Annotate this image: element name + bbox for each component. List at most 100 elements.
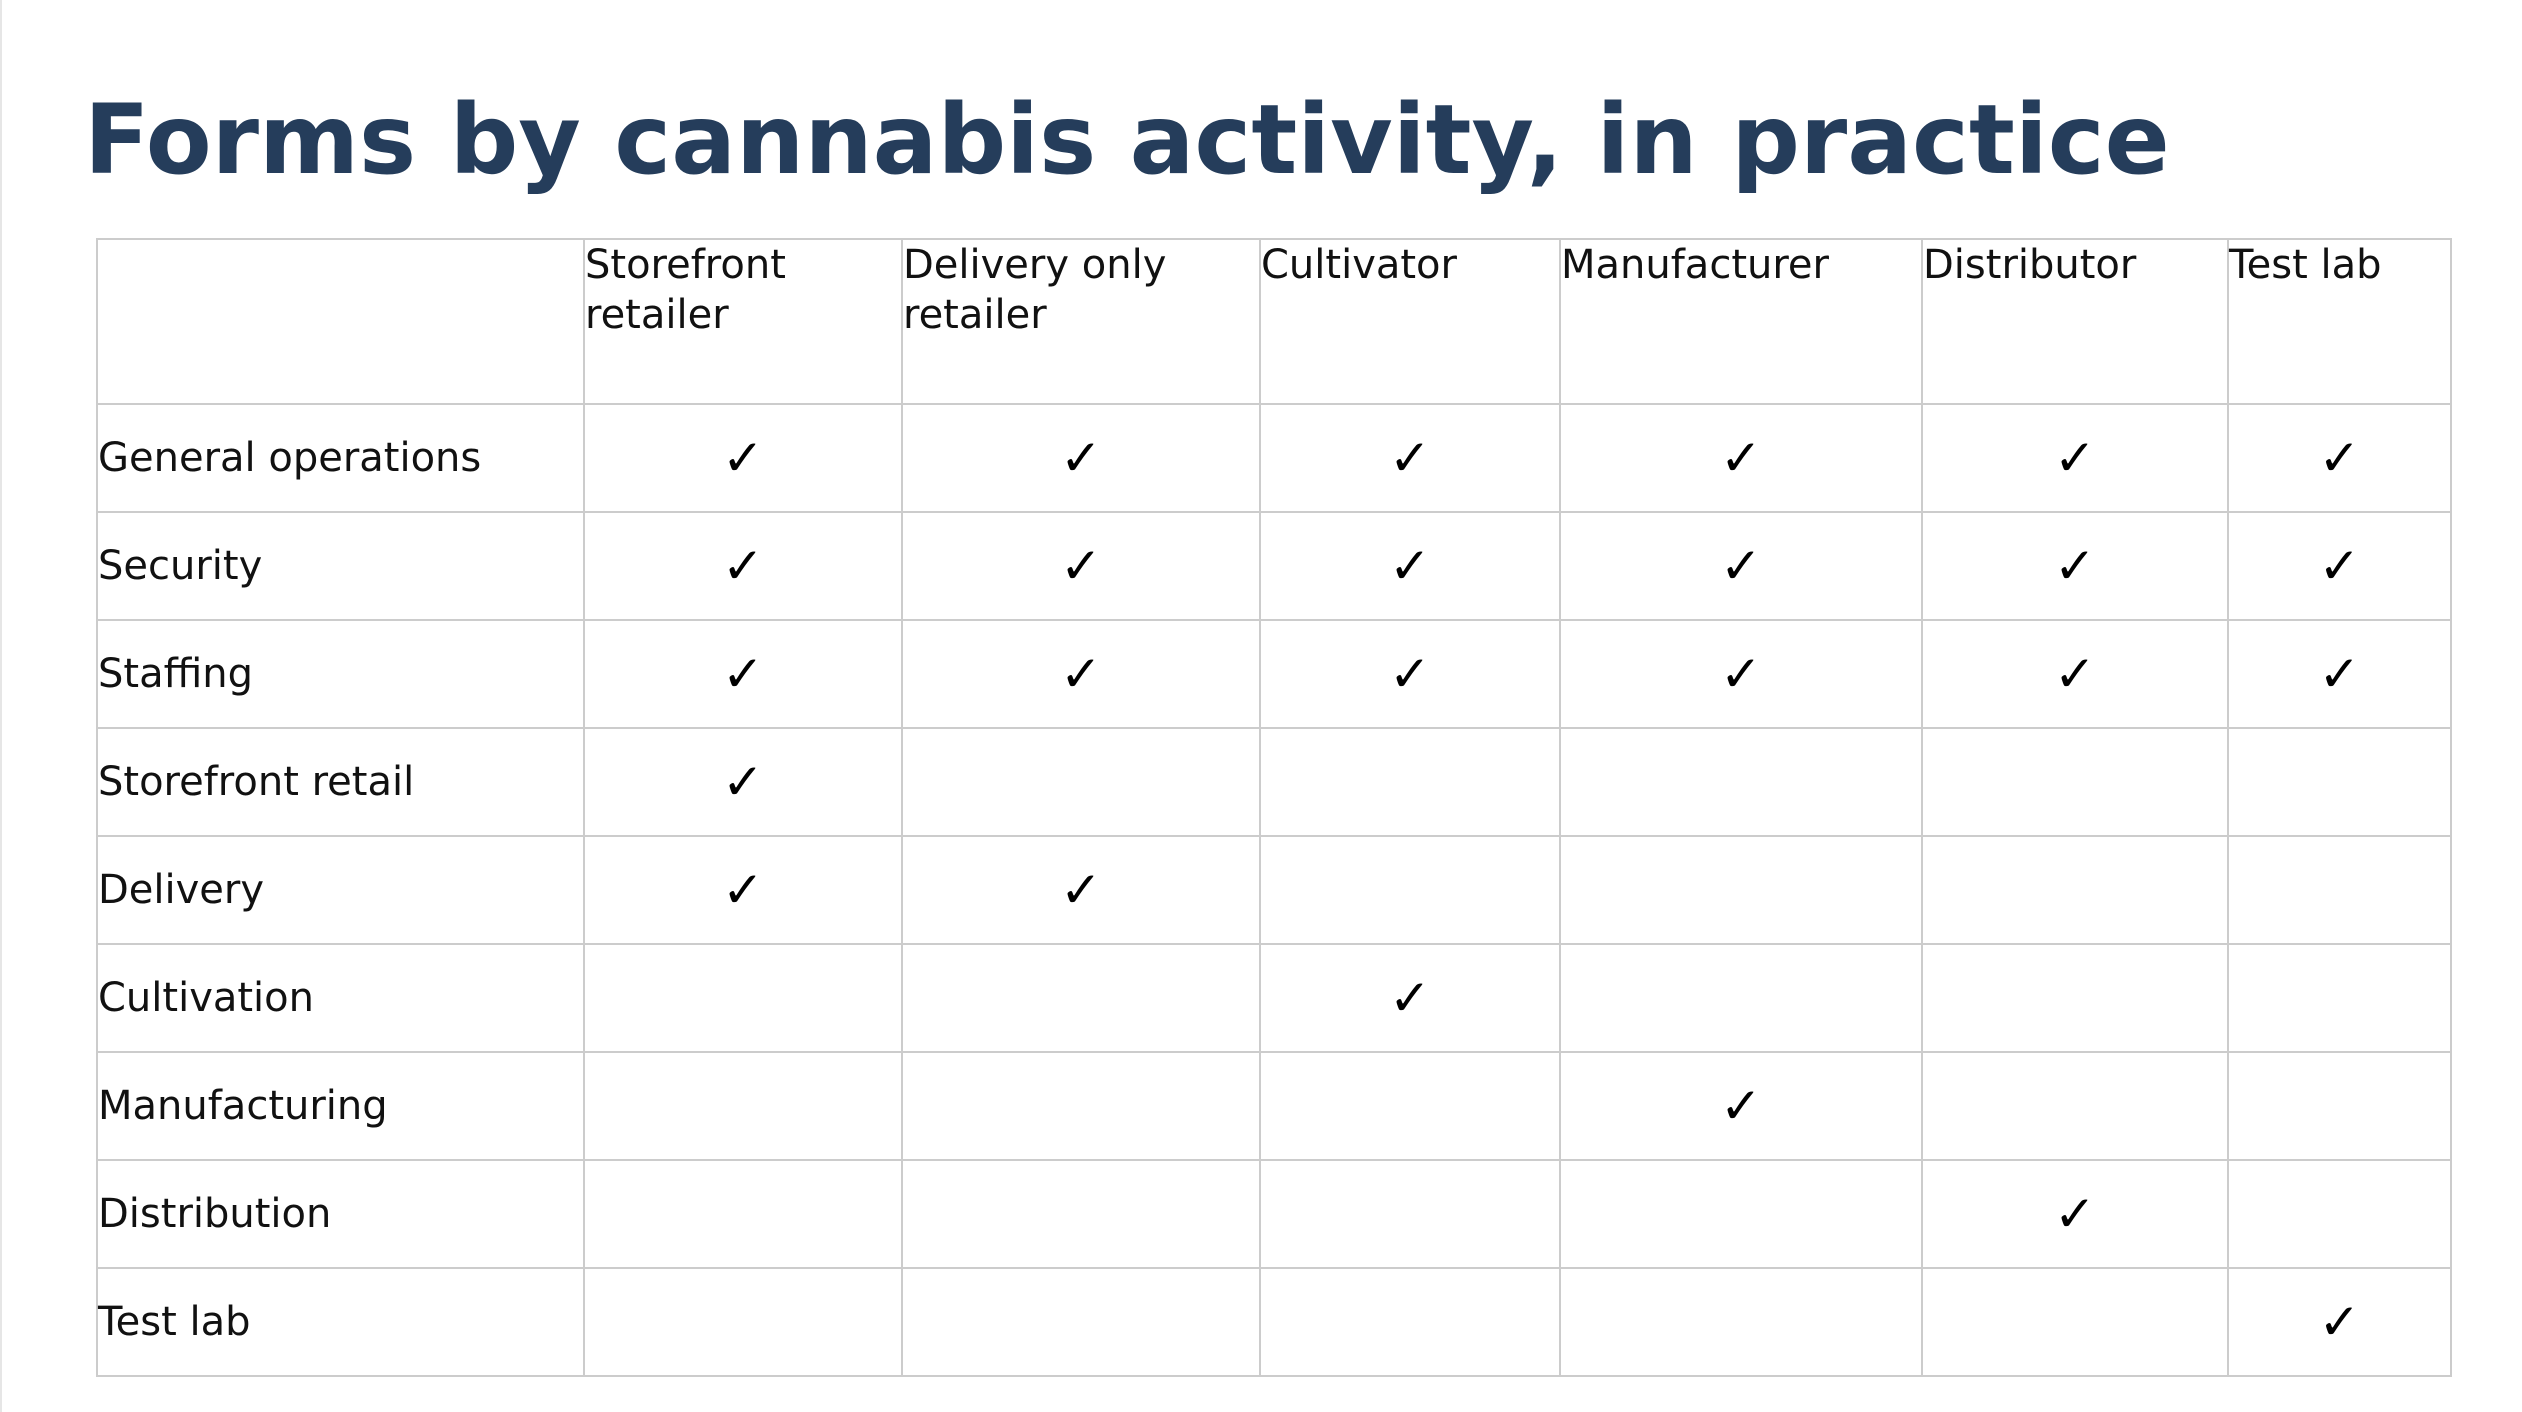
table-cell: [1921, 1267, 2229, 1377]
table-cell: ✓: [1559, 403, 1923, 513]
checkmark-icon: ✓: [2054, 537, 2096, 595]
table-cell: [1559, 835, 1923, 945]
table-cell: ✓: [901, 511, 1261, 621]
table-cell: [583, 1159, 903, 1269]
column-header: Storefront retailer: [583, 238, 903, 405]
table-cell: [583, 1051, 903, 1161]
table-row: Delivery ✓ ✓: [96, 835, 2452, 945]
table-cell: [901, 1051, 1261, 1161]
checkmark-icon: ✓: [1060, 645, 1102, 703]
table-cell: [901, 1159, 1261, 1269]
table-row: Cultivation ✓: [96, 943, 2452, 1053]
table-cell: [583, 943, 903, 1053]
column-header: Distributor: [1921, 238, 2229, 405]
row-label: Distribution: [96, 1159, 585, 1269]
checkmark-icon: ✓: [2054, 429, 2096, 487]
table-cell: [1259, 1051, 1561, 1161]
page-edge-rule: [0, 0, 2, 1412]
checkmark-icon: ✓: [1720, 645, 1762, 703]
checkmark-icon: ✓: [1720, 1077, 1762, 1135]
table-cell: ✓: [583, 511, 903, 621]
table-row: Security ✓ ✓ ✓ ✓ ✓ ✓: [96, 511, 2452, 621]
table-cell: ✓: [1921, 619, 2229, 729]
table-cell: ✓: [1259, 943, 1561, 1053]
checkmark-icon: ✓: [722, 537, 764, 595]
row-label: Cultivation: [96, 943, 585, 1053]
checkmark-icon: ✓: [722, 753, 764, 811]
checkmark-icon: ✓: [722, 429, 764, 487]
row-label: Staffing: [96, 619, 585, 729]
table-corner-cell: [96, 238, 585, 405]
table-cell: [1559, 727, 1923, 837]
table-cell: ✓: [1259, 511, 1561, 621]
table-cell: ✓: [583, 727, 903, 837]
forms-activity-table: Storefront retailer Delivery only retail…: [96, 238, 2452, 1377]
table-cell: ✓: [1921, 403, 2229, 513]
table-cell: ✓: [1559, 1051, 1923, 1161]
table-cell: [1259, 1267, 1561, 1377]
table-cell: ✓: [2227, 619, 2452, 729]
table-cell: ✓: [1259, 403, 1561, 513]
checkmark-icon: ✓: [722, 861, 764, 919]
row-label: Test lab: [96, 1267, 585, 1377]
row-label: General operations: [96, 403, 585, 513]
page-title: Forms by cannabis activity, in practice: [84, 84, 2170, 196]
table-cell: [1259, 727, 1561, 837]
checkmark-icon: ✓: [1389, 969, 1431, 1027]
table-cell: [2227, 727, 2452, 837]
table-cell: ✓: [901, 403, 1261, 513]
table-cell: [2227, 1159, 2452, 1269]
column-header: Manufacturer: [1559, 238, 1923, 405]
table-cell: [1921, 835, 2229, 945]
table-cell: [1921, 943, 2229, 1053]
table-cell: ✓: [2227, 511, 2452, 621]
table-cell: ✓: [901, 835, 1261, 945]
column-header: Delivery only retailer: [901, 238, 1261, 405]
table-cell: [1259, 1159, 1561, 1269]
checkmark-icon: ✓: [1389, 537, 1431, 595]
table-cell: [583, 1267, 903, 1377]
checkmark-icon: ✓: [2318, 537, 2361, 595]
table-cell: ✓: [1559, 511, 1923, 621]
table-cell: [1921, 727, 2229, 837]
column-header: Cultivator: [1259, 238, 1561, 405]
table-cell: [2227, 1051, 2452, 1161]
table-header-row: Storefront retailer Delivery only retail…: [96, 238, 2452, 405]
checkmark-icon: ✓: [1389, 645, 1431, 703]
table-cell: [1921, 1051, 2229, 1161]
table-cell: [901, 943, 1261, 1053]
table-cell: ✓: [1921, 511, 2229, 621]
table-cell: ✓: [1559, 619, 1923, 729]
table-cell: ✓: [583, 619, 903, 729]
table-cell: [1559, 943, 1923, 1053]
checkmark-icon: ✓: [1060, 537, 1102, 595]
checkmark-icon: ✓: [1720, 537, 1762, 595]
table-cell: [1559, 1267, 1923, 1377]
checkmark-icon: ✓: [1060, 429, 1102, 487]
table-cell: ✓: [583, 403, 903, 513]
table-cell: ✓: [2227, 1267, 2452, 1377]
checkmark-icon: ✓: [2318, 645, 2361, 703]
table-cell: ✓: [901, 619, 1261, 729]
checkmark-icon: ✓: [2318, 429, 2361, 487]
checkmark-icon: ✓: [722, 645, 764, 703]
checkmark-icon: ✓: [1060, 861, 1102, 919]
table-row: Storefront retail ✓: [96, 727, 2452, 837]
row-label: Delivery: [96, 835, 585, 945]
table-cell: [1559, 1159, 1923, 1269]
table-cell: [1259, 835, 1561, 945]
checkmark-icon: ✓: [1720, 429, 1762, 487]
table-row: Distribution ✓: [96, 1159, 2452, 1269]
row-label: Manufacturing: [96, 1051, 585, 1161]
checkmark-icon: ✓: [1389, 429, 1431, 487]
checkmark-icon: ✓: [2054, 645, 2096, 703]
column-header: Test lab: [2227, 238, 2452, 405]
table-cell: [2227, 943, 2452, 1053]
table-cell: [901, 727, 1261, 837]
table-row: General operations ✓ ✓ ✓ ✓ ✓ ✓: [96, 403, 2452, 513]
table-cell: ✓: [1259, 619, 1561, 729]
table-cell: [2227, 835, 2452, 945]
table-body: General operations ✓ ✓ ✓ ✓ ✓ ✓ Security ✓ ✓ ✓ ✓ ✓ ✓ St…: [96, 403, 2452, 1377]
checkmark-icon: ✓: [2318, 1293, 2361, 1351]
row-label: Security: [96, 511, 585, 621]
